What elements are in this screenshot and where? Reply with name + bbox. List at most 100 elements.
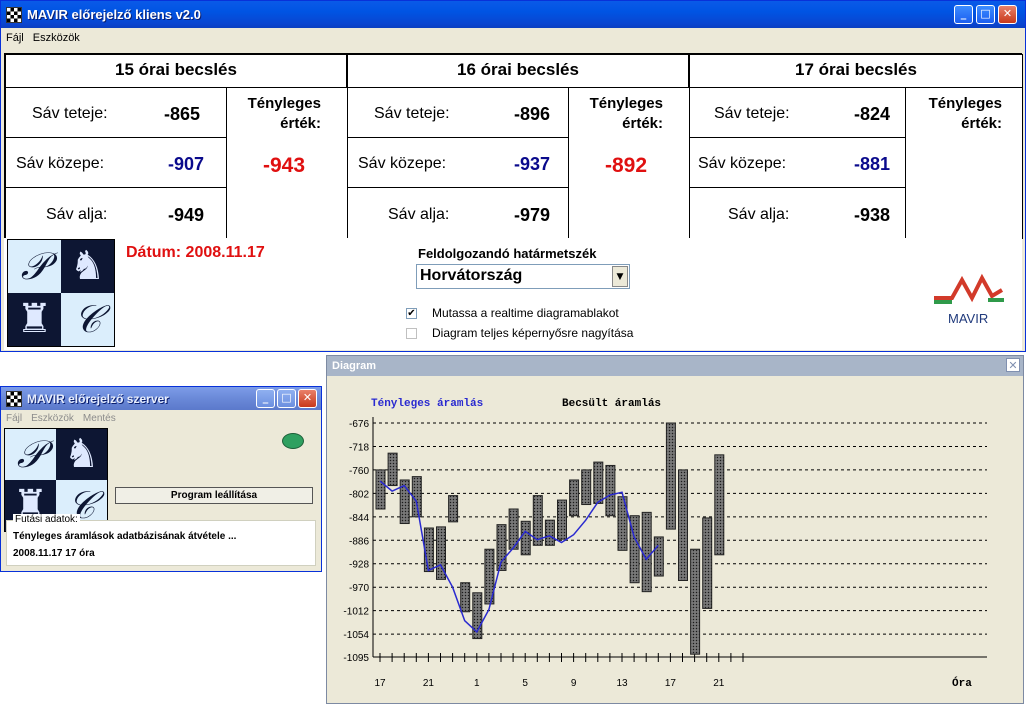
actual-value: -943 [263,154,306,177]
forecast-bands [375,422,725,655]
actual-cell: Tényleges érték: -892 [568,87,690,239]
actual-label: Tényleges érték: [590,94,663,134]
server-menubar: Fájl Eszközök Mentés [1,410,321,429]
app-checker-icon [6,391,22,407]
knight-icon: ♞ [61,240,114,293]
forecast-header: 15 órai becslés [5,54,347,88]
border-combobox[interactable]: Horvátország ▼ [416,264,630,289]
band-top-cell: Sáv teteje: -824 [689,87,906,138]
forecast-band-bar [544,519,555,546]
band-bottom-cell: Sáv alja: -949 [5,187,227,239]
forecast-band-bar [702,517,713,609]
x-axis-label: Óra [952,676,972,690]
stop-program-button[interactable]: Program leállítása [115,487,313,504]
menu-tools[interactable]: Eszközök [26,410,78,424]
stop-program-label: Program leállítása [170,490,258,501]
y-tick-label: -1054 [343,630,369,641]
chevron-down-icon[interactable]: ▼ [612,266,628,287]
chess-logo: 𝒫 ♞ ♜ 𝒞 [7,239,115,347]
band-bottom-cell: Sáv alja: -979 [347,187,569,239]
y-tick-label: -970 [349,583,369,594]
run-data-group: Futási adatok: Tényleges áramlások adatb… [6,514,316,566]
actual-cell: Tényleges érték: [905,87,1023,239]
band-bottom-cell: Sáv alja: -938 [689,187,906,239]
y-tick-label: -1095 [343,653,369,664]
client-bottom-panel: 𝒫 ♞ ♜ 𝒞 Dátum: 2008.11.17 Feldolgozandó … [4,238,1022,350]
close-icon[interactable]: ✕ [298,389,317,408]
x-tick-label: 17 [374,678,386,689]
rook-icon: ♜ [8,293,61,346]
server-window: MAVIR előrejelző szerver _ □ ✕ Fájl Eszkö… [0,386,322,572]
band-mid-value: -937 [514,154,551,174]
forecast-band-bar [375,469,386,510]
band-mid-value: -907 [168,154,205,174]
client-title: MAVIR előrejelző kliens v2.0 [27,7,201,22]
forecast-band-bar [557,499,567,540]
y-tick-label: -676 [349,419,369,430]
legend-estimated: Becsült áramlás [562,398,661,410]
client-titlebar[interactable]: MAVIR előrejelző kliens v2.0 _ □ ✕ [1,1,1025,28]
app-checker-icon [6,7,22,23]
y-tick-label: -928 [349,560,369,571]
diagram-titlebar[interactable]: Diagram ✕ [327,356,1023,376]
y-tick-label: -718 [349,442,369,453]
x-tick-label: 21 [423,678,435,689]
fullscreen-checkbox[interactable] [406,328,417,339]
actual-label-line2: érték: [280,115,321,132]
menu-file[interactable]: Fájl [1,29,28,44]
actual-label-line2: érték: [622,115,663,132]
x-tick-label: 1 [474,678,480,689]
flow-chart: -676 -718 -760 -802 -844 -886 -928 -970 -1012 -10… [343,398,987,690]
y-tick-label: -760 [349,466,369,477]
y-tick-label: -802 [349,489,369,500]
actual-label-line1: Tényleges [589,95,663,112]
server-titlebar[interactable]: MAVIR előrejelző szerver _ □ ✕ [1,387,321,410]
menu-tools[interactable]: Eszközök [28,29,84,44]
run-line-1: Tényleges áramlások adatbázisának átvéte… [13,531,237,542]
y-tick-label: -844 [349,513,369,524]
forecast-band-bar [496,524,507,571]
actual-label: Tényleges érték: [929,94,1002,134]
forecast-band-bar [605,464,616,517]
band-mid-cell: Sáv közepe: -937 [347,137,569,188]
actual-label-line2: érték: [961,115,1002,132]
diagram-window: Diagram ✕ -676 -718 -760 -802 -844 -886 -928 -9… [326,355,1024,704]
band-bottom-label: Sáv alja: [388,206,450,223]
band-top-value: -865 [164,104,201,124]
forecast-band-bar [653,536,664,577]
date-text: Dátum: 2008.11.17 [126,244,265,261]
forecast-band-bar [714,454,725,556]
logo-p-icon: 𝒫 [8,240,61,293]
x-axis-ticks: 17 21 1 5 9 13 17 21 [374,653,744,689]
band-top-value: -896 [514,104,551,124]
x-tick-label: 13 [616,678,628,689]
knight-icon: ♞ [56,429,107,480]
realtime-checkbox[interactable]: ✔ [406,308,417,319]
forecast-band-bar [423,527,434,573]
minimize-icon[interactable]: _ [256,389,275,408]
y-axis-ticks: -676 -718 -760 -802 -844 -886 -928 -970 -1012 -10… [343,419,369,664]
minimize-icon[interactable]: _ [954,5,973,24]
maximize-icon[interactable]: □ [976,5,995,24]
border-label: Feldolgozandó határmetszék [418,246,597,261]
x-tick-label: 17 [665,678,677,689]
forecast-band-bar [569,479,580,517]
logo-p-icon: 𝒫 [5,429,56,480]
menu-save[interactable]: Mentés [78,410,120,424]
forecast-band-bar [690,548,701,655]
band-mid-label: Sáv közepe: [16,155,105,172]
forecast-band-bar [665,422,676,530]
band-top-label: Sáv teteje: [714,105,790,122]
menu-file[interactable]: Fájl [1,410,26,424]
close-icon[interactable]: ✕ [1006,358,1020,372]
maximize-icon[interactable]: □ [277,389,296,408]
band-bottom-value: -938 [854,205,891,225]
band-mid-value: -881 [854,154,891,174]
y-tick-label: -886 [349,536,369,547]
logo-c-icon: 𝒞 [61,293,114,346]
forecast-band-bar [581,469,592,506]
close-icon[interactable]: ✕ [998,5,1017,24]
actual-label-line1: Tényleges [928,95,1002,112]
forecast-header: 16 órai becslés [347,54,689,88]
forecast-band-bar [678,469,688,581]
